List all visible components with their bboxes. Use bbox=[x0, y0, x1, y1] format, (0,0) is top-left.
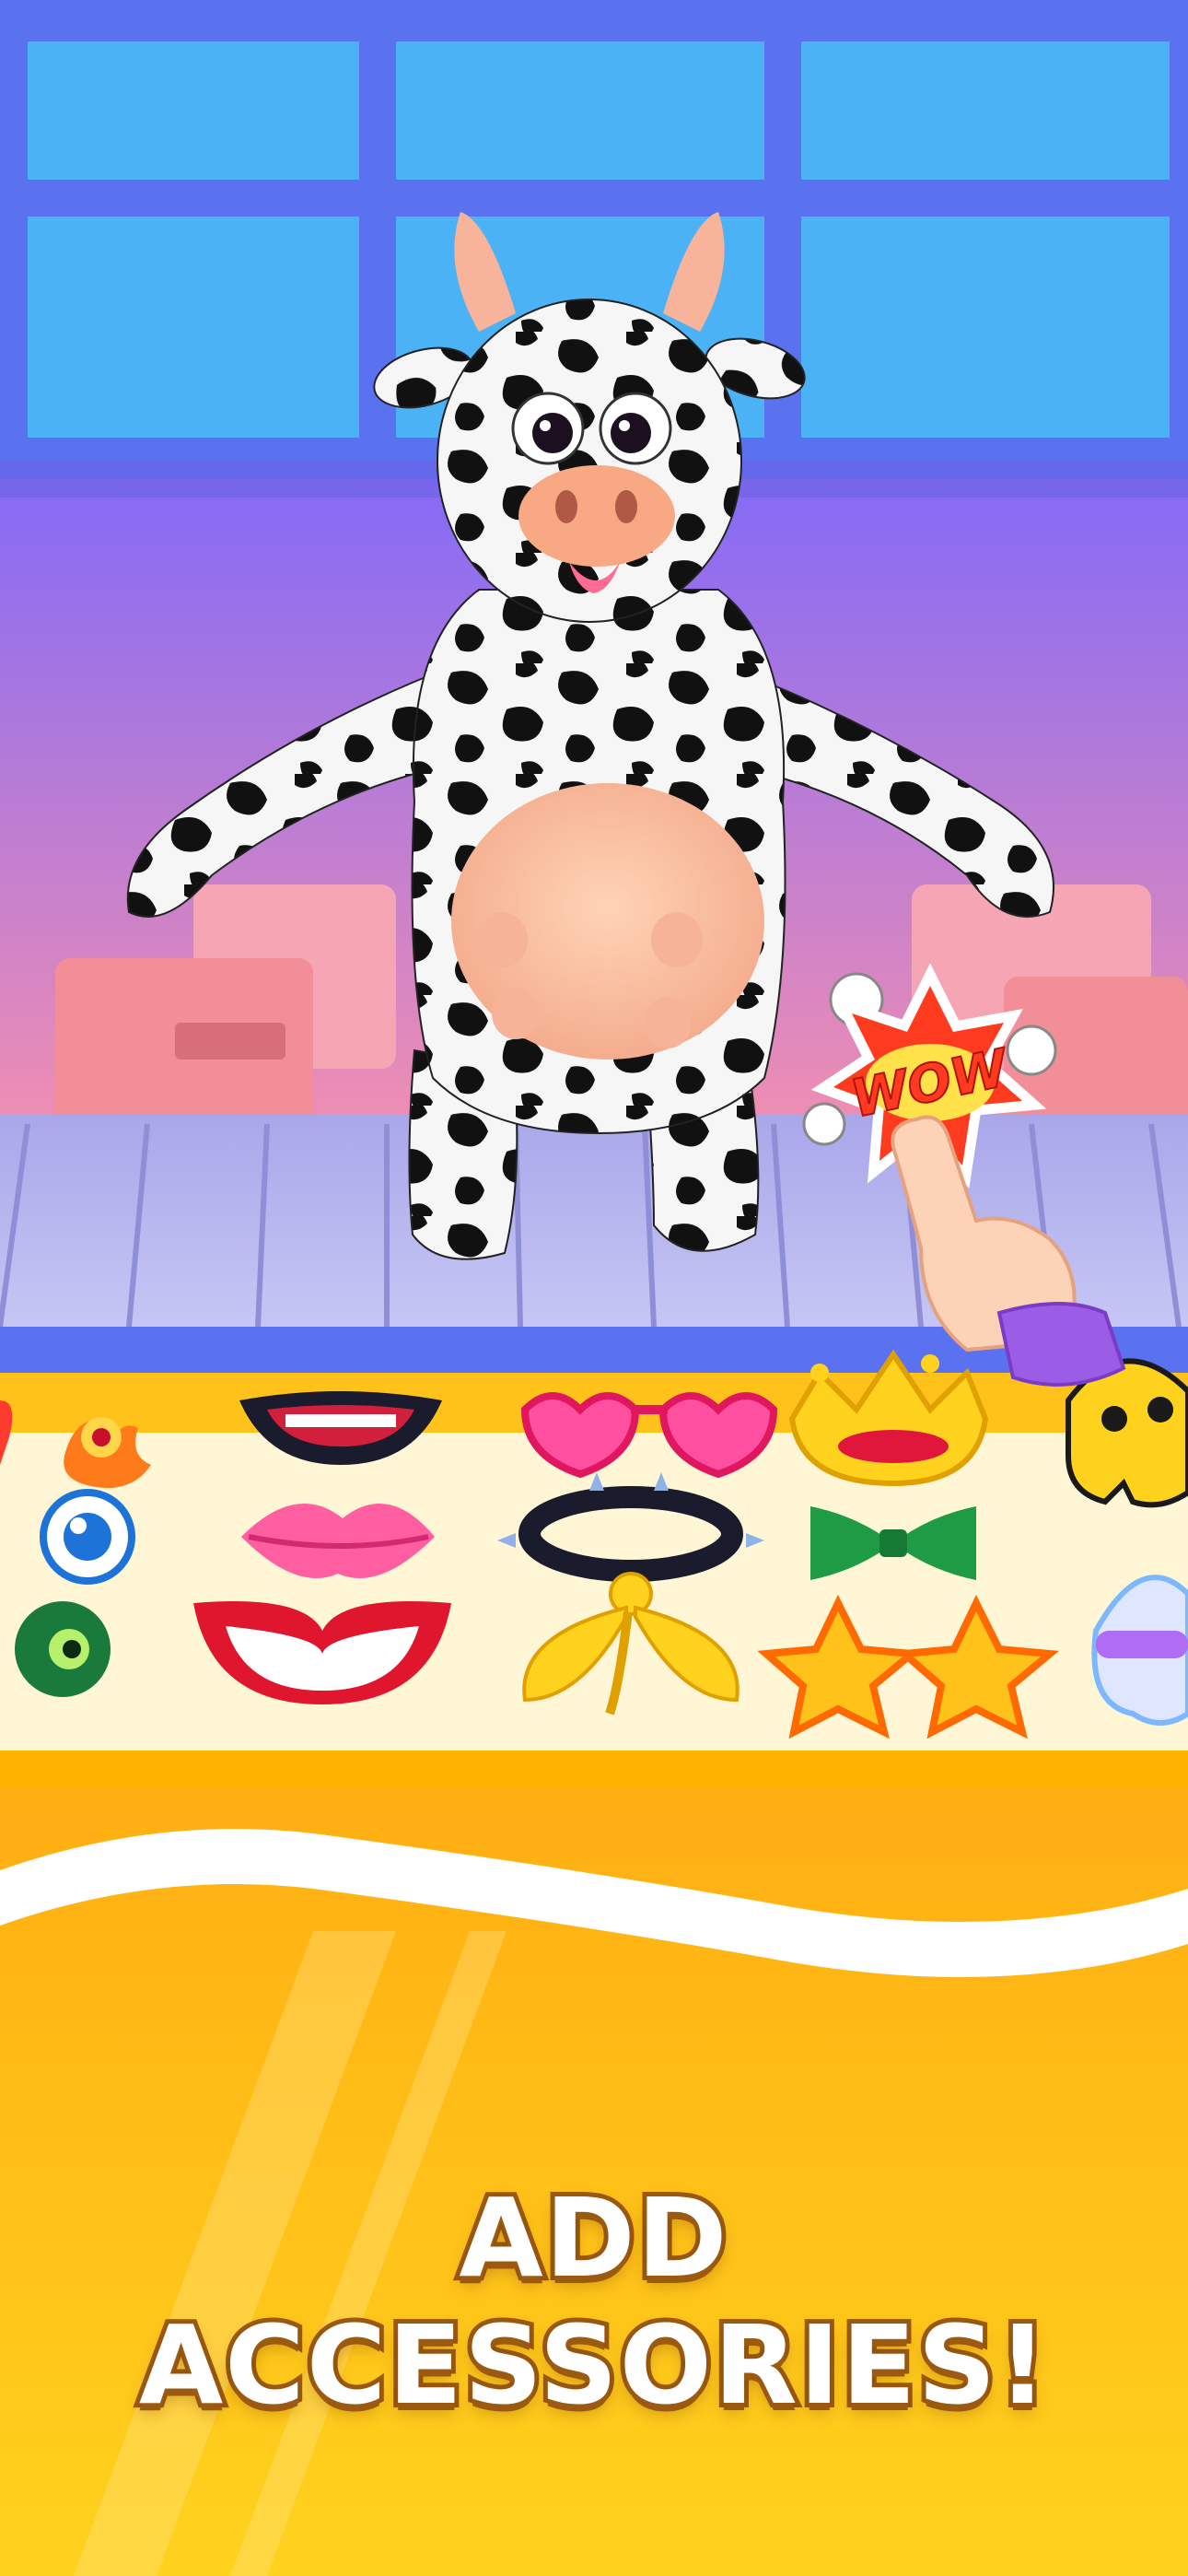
blue-eye-icon[interactable] bbox=[40, 1489, 135, 1585]
green-eye-icon[interactable] bbox=[15, 1601, 111, 1697]
promo-caption: ADD ACCESSORIES! bbox=[134, 2170, 1052, 2433]
